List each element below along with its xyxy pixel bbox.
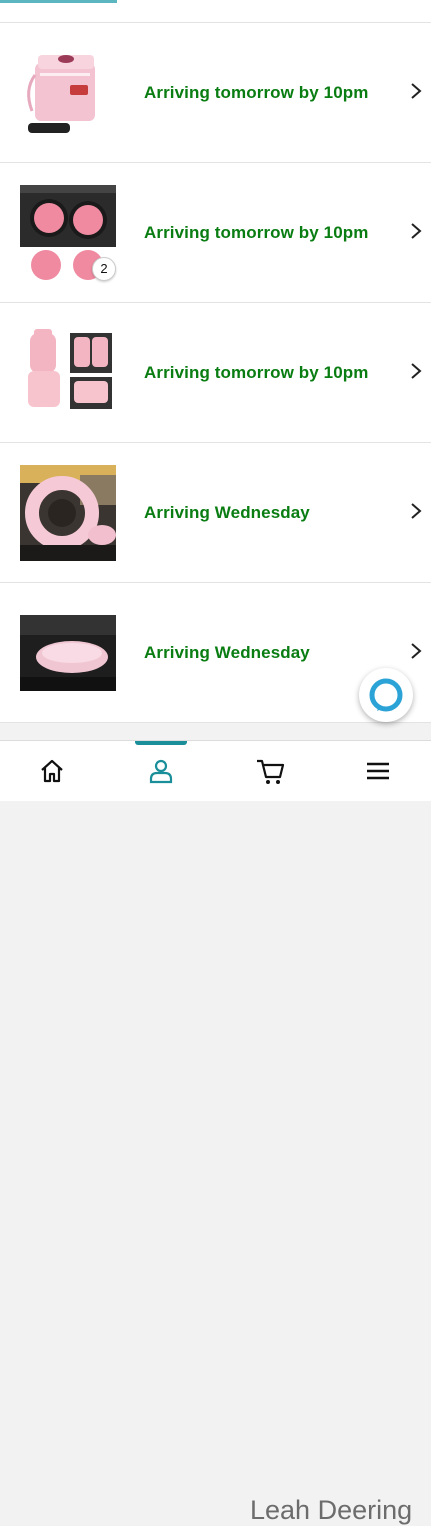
order-row[interactable]: 2 Arriving tomorrow by 10pm <box>0 163 431 303</box>
delivery-status: Arriving tomorrow by 10pm <box>144 223 369 242</box>
previous-row-fragment <box>0 0 431 23</box>
nav-cart[interactable] <box>240 741 300 801</box>
delivery-status: Arriving Wednesday <box>144 503 310 522</box>
nav-account[interactable] <box>131 741 191 801</box>
product-image-trash-can[interactable] <box>20 45 116 141</box>
product-image-seat-covers[interactable] <box>20 325 116 421</box>
product-image-armrest-cover[interactable] <box>20 605 116 701</box>
quantity-badge: 2 <box>92 257 116 281</box>
watermark-text: Leah Deering <box>250 1495 413 1525</box>
bottom-navigation: Leah Deering <box>0 740 431 1525</box>
nav-menu[interactable] <box>348 741 408 801</box>
alexa-button[interactable] <box>359 668 413 722</box>
product-image-steering-wheel-cover[interactable] <box>20 465 116 561</box>
orders-list: Arriving tomorrow by 10pm 2 Arriving tom… <box>0 23 431 723</box>
cart-icon <box>257 759 285 784</box>
delivery-status: Arriving tomorrow by 10pm <box>144 83 369 102</box>
order-row[interactable]: Arriving tomorrow by 10pm <box>0 303 431 443</box>
chevron-right-icon[interactable] <box>409 221 423 241</box>
product-image-coasters[interactable]: 2 <box>20 185 116 281</box>
chevron-right-icon[interactable] <box>409 81 423 101</box>
chevron-right-icon[interactable] <box>409 501 423 521</box>
order-row[interactable]: Arriving Wednesday <box>0 443 431 583</box>
home-icon <box>41 759 63 783</box>
alexa-icon <box>369 678 403 712</box>
top-accent-bar <box>0 0 117 3</box>
nav-home[interactable] <box>22 741 82 801</box>
delivery-status: Arriving Wednesday <box>144 643 310 662</box>
menu-icon <box>367 762 389 780</box>
chevron-right-icon[interactable] <box>409 641 423 661</box>
user-icon <box>149 759 173 784</box>
delivery-status: Arriving tomorrow by 10pm <box>144 363 369 382</box>
chevron-right-icon[interactable] <box>409 361 423 381</box>
order-row[interactable]: Arriving tomorrow by 10pm <box>0 23 431 163</box>
